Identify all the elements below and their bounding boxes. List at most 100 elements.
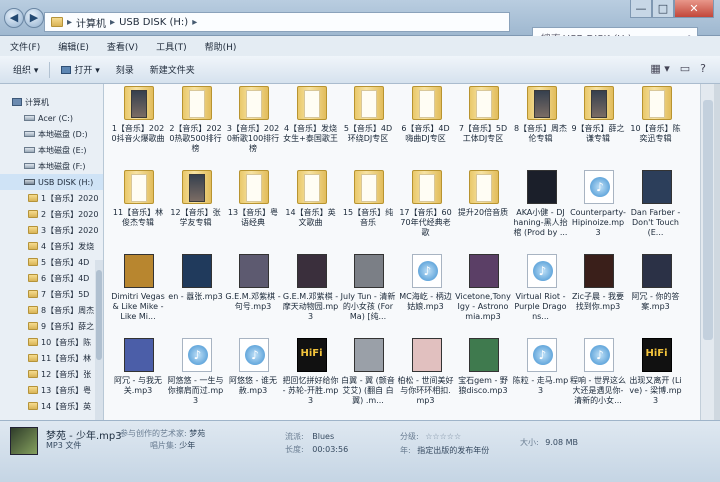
address-bar[interactable]: ▸ 计算机 ▸ USB DISK (H:) ▸ — [44, 12, 510, 32]
folder-item[interactable]: 2【音乐】2020热歌500排行榜 — [168, 86, 224, 170]
nav-item[interactable]: 14【音乐】英 — [0, 398, 103, 414]
folder-item[interactable]: 7【音乐】5D工体DJ专区 — [455, 86, 511, 170]
nav-item[interactable]: 本地磁盘 (D:) — [0, 126, 103, 142]
file-item[interactable]: 陈粒 - 走马.mp3 — [513, 338, 569, 420]
nav-item[interactable]: 5【音乐】4D — [0, 254, 103, 270]
view-options-icon[interactable]: ▦ ▾ — [650, 62, 669, 75]
folder-item[interactable]: 13【音乐】粤语经典 — [225, 170, 281, 254]
file-item[interactable]: G.E.M.邓紫棋 - 句号.mp3 — [225, 254, 281, 338]
nav-item[interactable]: 3【音乐】2020 — [0, 222, 103, 238]
nav-item[interactable]: 11【音乐】林 — [0, 350, 103, 366]
audio-file-icon — [526, 338, 557, 372]
folder-item[interactable]: 6【音乐】4D嗨曲DJ专区 — [398, 86, 454, 170]
file-item[interactable]: Vicetone,Tony Igy - Astronomia.mp3 — [455, 254, 511, 338]
file-item[interactable]: G.E.M.邓紫棋 - 摩天动物园.mp3 — [283, 254, 339, 338]
back-button[interactable]: ◀ — [4, 8, 24, 28]
rating-stars[interactable]: ☆☆☆☆☆ — [425, 432, 461, 441]
nav-item[interactable]: USB DISK (H:) — [0, 174, 103, 190]
file-item[interactable]: Dimitri Vegas & Like Mike - Like Mi... — [110, 254, 166, 338]
file-item[interactable]: 柏松 - 世间美好与你环环相扣.mp3 — [398, 338, 454, 420]
file-label: 阿冗 - 你的答案.mp3 — [631, 292, 680, 311]
menu-file[interactable]: 文件(F) — [10, 40, 40, 53]
file-item[interactable]: 程响 - 世界这么大还是遇见你-清新的小女... — [570, 338, 626, 420]
menu-edit[interactable]: 编辑(E) — [58, 40, 89, 53]
file-item[interactable]: 阿冗 - 你的答案.mp3 — [628, 254, 684, 338]
folder-item[interactable]: 5【音乐】4D环绕DJ专区 — [340, 86, 396, 170]
file-item[interactable]: Zic子晨 - 我要找到你.mp3 — [570, 254, 626, 338]
nav-item[interactable]: 12【音乐】张 — [0, 366, 103, 382]
nav-item[interactable]: 2【音乐】2020 — [0, 206, 103, 222]
file-item[interactable]: HiFi 把回忆拼好给你 - 苏轮-开胜.mp3 — [283, 338, 339, 420]
file-item[interactable]: en - 囂张.mp3 — [168, 254, 224, 338]
folder-item[interactable]: 9【音乐】薛之谦专辑 — [570, 86, 626, 170]
folder-icon — [354, 170, 384, 204]
breadcrumb-usb-disk[interactable]: USB DISK (H:) — [119, 17, 188, 28]
folder-item[interactable]: 10【音乐】陈奕迅专辑 — [628, 86, 684, 170]
file-item[interactable]: 宝石gem - 野狼disco.mp3 — [455, 338, 511, 420]
details-genre-value[interactable]: Blues — [312, 432, 334, 441]
nav-item[interactable]: 4【音乐】发烧 — [0, 238, 103, 254]
file-label: July Tun - 清新的小女孩 (For Ma) [纯... — [340, 292, 396, 321]
nav-item[interactable]: 1【音乐】2020 — [0, 190, 103, 206]
folder-item[interactable]: 3【音乐】2020新歌100排行榜 — [225, 86, 281, 170]
nav-item-label: 4【音乐】发烧 — [41, 241, 95, 251]
folder-item[interactable]: 12【音乐】张学友专辑 — [168, 170, 224, 254]
nav-item-label: 11【音乐】林 — [41, 353, 92, 363]
burn-button[interactable]: 刻录 — [111, 61, 139, 78]
forward-button[interactable]: ▶ — [24, 8, 44, 28]
nav-item[interactable]: 13【音乐】粤 — [0, 382, 103, 398]
details-artist-value[interactable]: 梦苑 — [189, 429, 205, 438]
file-item[interactable]: AKA小健 - DJ haning-黑人抬棺 (Prod by ... — [513, 170, 569, 254]
minimize-button[interactable]: — — [630, 0, 652, 18]
file-item[interactable]: 阿悠悠 - 谁无赦.mp3 — [225, 338, 281, 420]
file-item[interactable]: MC海屹 - 柄边姑娘.mp3 — [398, 254, 454, 338]
file-item[interactable]: 阿悠悠 - 一生与你擦肩而过.mp3 — [168, 338, 224, 420]
details-year-value[interactable]: 指定出版的发布年份 — [417, 446, 489, 455]
organize-button[interactable]: 组织 ▾ — [8, 61, 43, 78]
folder-item[interactable]: 8【音乐】周杰伦专辑 — [513, 86, 569, 170]
folder-item[interactable]: 4【音乐】发烧女生+泰国歌王 — [283, 86, 339, 170]
file-item[interactable]: 白翼 - 翼 (颤音 艾艾) (翻自 白翼) .m... — [340, 338, 396, 420]
nav-item[interactable]: 8【音乐】周杰 — [0, 302, 103, 318]
album-art-thumbnail — [526, 170, 557, 204]
file-scrollbar[interactable] — [700, 84, 714, 420]
nav-item[interactable]: 6【音乐】4D — [0, 270, 103, 286]
file-item[interactable]: Virtual Riot - Purple Dragons... — [513, 254, 569, 338]
nav-item[interactable]: 计算机 — [0, 94, 103, 110]
file-item[interactable]: Counterparty-Hipinoize.mp3 — [570, 170, 626, 254]
details-pane: 梦苑 - 少年.mp3 参与创作的艺术家: 梦苑 MP3 文件 唱片集: 少年 … — [0, 420, 720, 482]
nav-scrollbar[interactable] — [95, 260, 103, 420]
folder-item[interactable]: 11【音乐】林俊杰专辑 — [110, 170, 166, 254]
file-item[interactable]: July Tun - 清新的小女孩 (For Ma) [纯... — [340, 254, 396, 338]
file-scroll-thumb[interactable] — [703, 100, 713, 340]
file-item[interactable]: 阿冗 - 与我无关.mp3 — [110, 338, 166, 420]
breadcrumb-computer[interactable]: 计算机 — [76, 15, 106, 30]
close-button[interactable]: ✕ — [674, 0, 714, 18]
help-icon[interactable]: ? — [700, 62, 706, 75]
folder-item[interactable]: 14【音乐】英文歌曲 — [283, 170, 339, 254]
menu-tools[interactable]: 工具(T) — [156, 40, 187, 53]
nav-item[interactable]: 10【音乐】陈 — [0, 334, 103, 350]
preview-pane-icon[interactable]: ▭ — [680, 62, 690, 75]
menu-help[interactable]: 帮助(H) — [205, 40, 237, 53]
file-label: Zic子晨 - 我要找到你.mp3 — [571, 292, 625, 311]
open-button[interactable]: 打开 ▾ — [56, 61, 104, 78]
folder-item[interactable]: 17【音乐】6070年代经典老歌 — [398, 170, 454, 254]
nav-item[interactable]: 本地磁盘 (E:) — [0, 142, 103, 158]
folder-item[interactable]: 提升20倍音质 — [455, 170, 511, 254]
folder-icon — [28, 290, 38, 298]
details-album-value[interactable]: 少年 — [179, 441, 195, 450]
new-folder-button[interactable]: 新建文件夹 — [145, 61, 200, 78]
folder-item[interactable]: 1【音乐】2020抖音火爆歌曲 — [110, 86, 166, 170]
file-item[interactable]: Dan Farber - Don't Touch (E... — [628, 170, 684, 254]
nav-item[interactable]: 本地磁盘 (F:) — [0, 158, 103, 174]
maximize-button[interactable]: □ — [652, 0, 674, 18]
file-item[interactable]: HiFi 出现又离开 (Live) - 梁博.mp3 — [628, 338, 684, 420]
nav-scroll-thumb[interactable] — [96, 270, 102, 360]
folder-icon — [28, 258, 38, 266]
nav-item[interactable]: 9【音乐】薛之 — [0, 318, 103, 334]
nav-item[interactable]: 7【音乐】5D — [0, 286, 103, 302]
nav-item[interactable]: Acer (C:) — [0, 110, 103, 126]
folder-item[interactable]: 15【音乐】纯音乐 — [340, 170, 396, 254]
menu-view[interactable]: 查看(V) — [107, 40, 138, 53]
